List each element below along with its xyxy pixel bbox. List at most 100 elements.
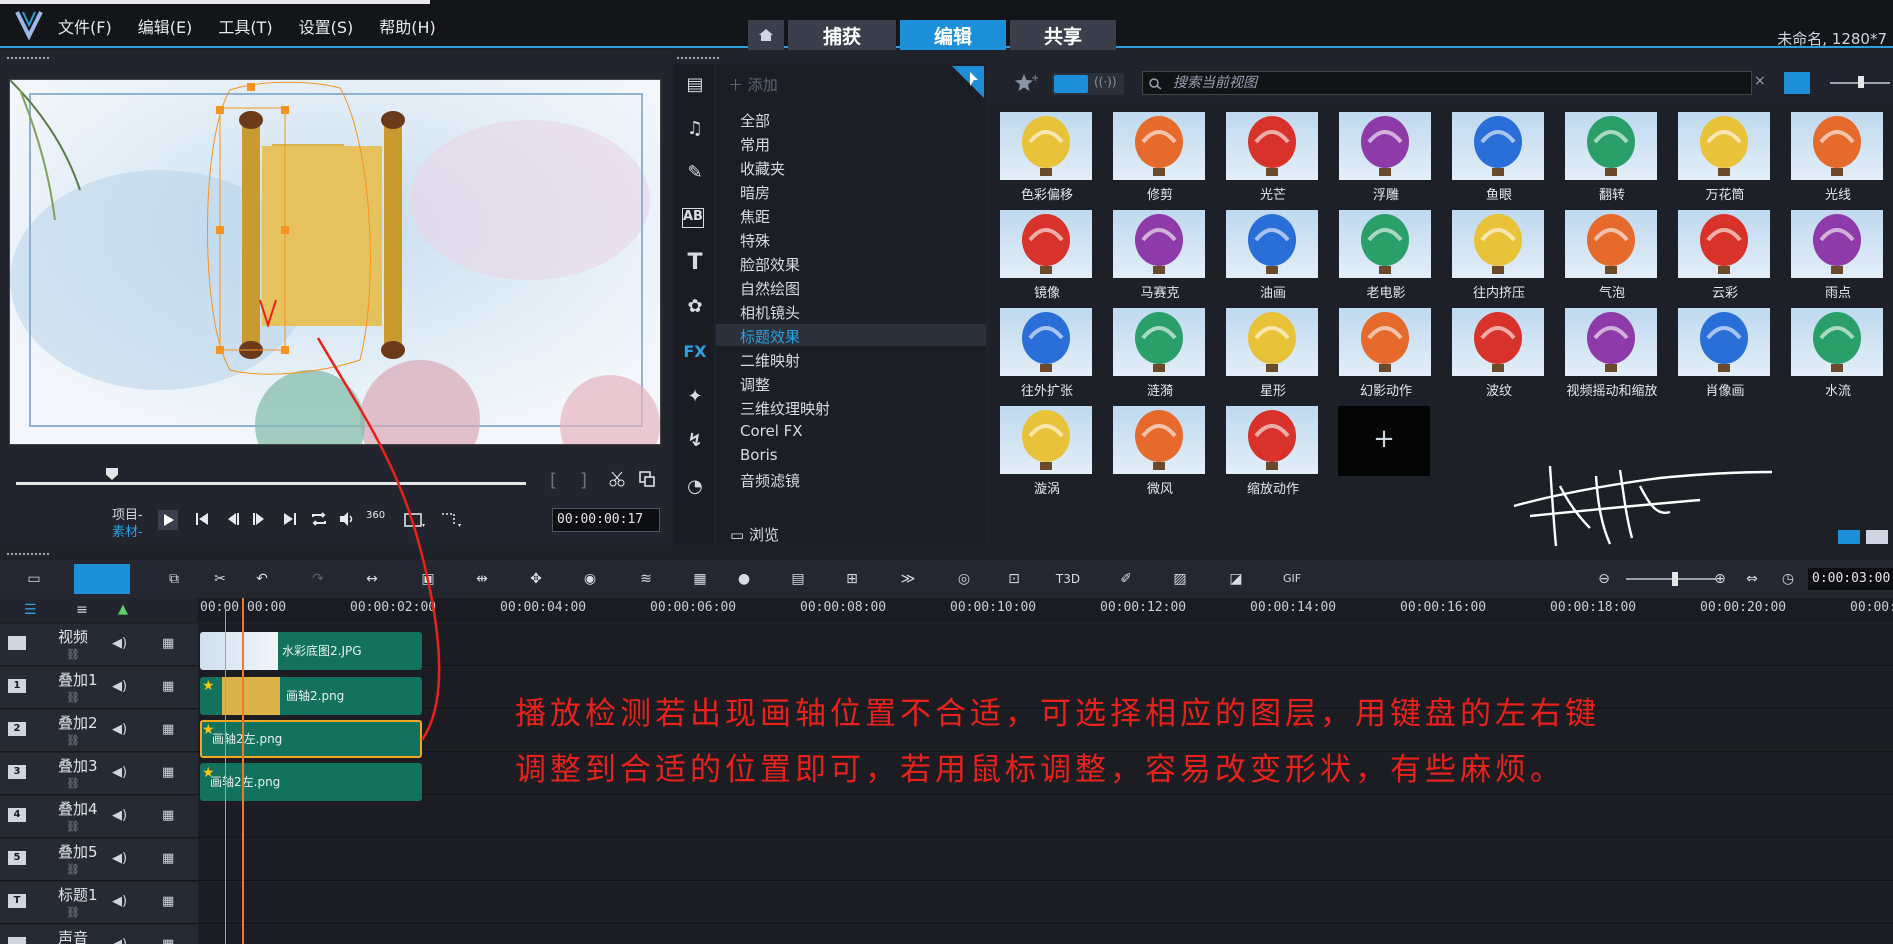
library-grip[interactable] <box>676 56 720 60</box>
effect-thumbnail[interactable]: 往外扩张 <box>992 302 1102 399</box>
track-header[interactable]: 2 叠加2 ⛓ ◀) ▦ <box>0 710 198 752</box>
zoom-slider-knob[interactable] <box>1672 572 1678 586</box>
timeline-grip[interactable] <box>6 552 50 556</box>
effect-thumbnail[interactable]: 马赛克 <box>1105 204 1215 301</box>
prev-frame-button[interactable] <box>224 511 240 531</box>
effect-thumbnail[interactable]: 色彩偏移 <box>992 106 1102 203</box>
mark-out-button[interactable]: ] <box>580 470 587 491</box>
category-item[interactable]: 脸部效果 <box>740 254 800 275</box>
audio-filter-toggle[interactable]: ((·)) <box>1094 75 1117 89</box>
effect-thumbnail[interactable]: 浮雕 <box>1331 106 1441 203</box>
fit-timeline-icon[interactable]: ⇔ <box>1738 566 1766 592</box>
track-header[interactable]: 声音⛓◀)▦ <box>0 925 198 944</box>
category-item[interactable]: Boris <box>740 446 778 464</box>
track-lane[interactable] <box>198 925 1893 944</box>
zoom-out-icon[interactable]: ⊖ <box>1590 566 1618 592</box>
track-header[interactable]: 4 叠加4 ⛓ ◀) ▦ <box>0 796 198 838</box>
video-filter-toggle[interactable] <box>1054 75 1088 93</box>
link-icon[interactable]: ⛓ <box>66 691 80 704</box>
track-mute-icon[interactable]: ◀) <box>112 765 127 780</box>
effect-thumbnail[interactable]: 涟漪 <box>1105 302 1215 399</box>
effect-thumbnail[interactable]: 漩涡 <box>992 400 1102 497</box>
track-mute-icon[interactable]: ◀) <box>112 937 127 944</box>
track-mute-icon[interactable]: ◀) <box>112 636 127 651</box>
track-lane[interactable] <box>198 839 1893 881</box>
split-clip-button[interactable] <box>608 470 626 492</box>
track-lane[interactable] <box>198 882 1893 924</box>
tools-icon[interactable]: ✂ <box>206 566 234 592</box>
add-effect-button[interactable]: + <box>1338 406 1430 476</box>
effect-thumbnail[interactable]: 老电影 <box>1331 204 1441 301</box>
category-item[interactable]: 音频滤镜 <box>740 470 800 491</box>
effect-thumbnail[interactable]: 万花筒 <box>1670 106 1780 203</box>
link-icon[interactable]: ⛓ <box>66 906 80 919</box>
audio-wave-icon[interactable]: ≋ <box>632 566 660 592</box>
effect-thumbnail[interactable]: 鱼眼 <box>1444 106 1554 203</box>
track-motion-icon[interactable]: ✥ <box>522 566 550 592</box>
speed-icon[interactable]: ◔ <box>682 476 708 502</box>
effect-thumbnail[interactable]: 波纹 <box>1444 302 1554 399</box>
enlarge-preview-button[interactable] <box>638 470 656 492</box>
track-visibility-icon[interactable]: ▦ <box>162 851 174 866</box>
list-view-button[interactable] <box>1838 530 1860 544</box>
go-to-start-button[interactable] <box>194 511 210 531</box>
undo-icon[interactable]: ↶ <box>248 566 276 592</box>
instant-project-icon[interactable]: ✎ <box>682 162 708 188</box>
view-toggle[interactable]: ((·)) <box>1052 73 1124 95</box>
copy-icon[interactable]: ⧉ <box>160 566 188 592</box>
overlay3-clip[interactable]: 画轴2左.png <box>200 763 422 801</box>
track-header[interactable]: T 标题1 ⛓ ◀) ▦ <box>0 882 198 924</box>
category-item[interactable]: 二维映射 <box>740 350 800 371</box>
speed-ramp-icon[interactable]: ≫ <box>894 566 922 592</box>
subtitle-icon[interactable]: ▤ <box>784 566 812 592</box>
menu-edit[interactable]: 编辑(E) <box>138 14 193 38</box>
play-button[interactable] <box>158 510 178 534</box>
pin-icon[interactable] <box>952 66 984 98</box>
link-icon[interactable]: ⛓ <box>66 777 80 790</box>
effect-thumbnail[interactable]: 水流 <box>1783 302 1893 399</box>
menu-settings[interactable]: 设置(S) <box>299 14 354 38</box>
motion-track-icon[interactable]: ⊡ <box>1000 566 1028 592</box>
search-input[interactable]: 搜索当前视图 <box>1142 71 1752 95</box>
next-frame-button[interactable] <box>252 511 268 531</box>
effect-thumbnail[interactable]: 肖像画 <box>1670 302 1780 399</box>
link-icon[interactable]: ⛓ <box>66 863 80 876</box>
morph-icon[interactable]: ◎ <box>950 566 978 592</box>
track-lane[interactable] <box>198 796 1893 838</box>
effect-thumbnail[interactable]: 云彩 <box>1670 204 1780 301</box>
multi-trim-icon[interactable]: ⇹ <box>468 566 496 592</box>
category-item[interactable]: Corel FX <box>740 422 803 440</box>
media-icon[interactable]: ▤ <box>682 74 708 100</box>
path-icon[interactable]: ↯ <box>682 430 708 456</box>
material-mode-label[interactable]: 素材- <box>112 521 143 540</box>
home-tab[interactable] <box>748 20 784 50</box>
effect-thumbnail[interactable]: 镜像 <box>992 204 1102 301</box>
category-item[interactable]: 三维纹理映射 <box>740 398 830 419</box>
category-item[interactable]: 暗房 <box>740 182 770 203</box>
category-item[interactable]: 相机镜头 <box>740 302 800 323</box>
effect-thumbnail[interactable]: 油画 <box>1218 204 1328 301</box>
track-visibility-icon[interactable]: ▦ <box>162 937 174 944</box>
effect-thumbnail[interactable]: 修剪 <box>1105 106 1215 203</box>
menu-file[interactable]: 文件(F) <box>58 14 112 38</box>
track-manager-icon[interactable]: ☰ <box>24 602 37 618</box>
effect-thumbnail[interactable]: 雨点 <box>1783 204 1893 301</box>
track-visibility-icon[interactable]: ▦ <box>162 636 174 651</box>
thumbnail-size-knob[interactable] <box>1858 76 1864 88</box>
track-header[interactable]: 1 叠加1 ⛓ ◀) ▦ <box>0 667 198 709</box>
track-visibility-icon[interactable]: ▦ <box>162 722 174 737</box>
timeline-ruler[interactable] <box>198 598 1893 622</box>
title-icon[interactable]: T <box>682 250 708 276</box>
category-item[interactable]: 收藏夹 <box>740 158 785 179</box>
color-grading-icon[interactable]: ◪ <box>1222 566 1250 592</box>
effect-thumbnail[interactable]: 缩放动作 <box>1218 400 1328 497</box>
track-header[interactable]: 5 叠加5 ⛓ ◀) ▦ <box>0 839 198 881</box>
track-visibility-icon[interactable]: ▦ <box>162 765 174 780</box>
track-header[interactable]: 视频 ⛓ ◀) ▦ <box>0 624 198 666</box>
track-mute-icon[interactable]: ◀) <box>112 722 127 737</box>
mark-in-button[interactable]: [ <box>550 470 557 491</box>
motion-icon[interactable]: ✦ <box>682 386 708 412</box>
tab-share[interactable]: 共享 <box>1010 20 1116 50</box>
track-mute-icon[interactable]: ◀) <box>112 808 127 823</box>
track-visibility-icon[interactable]: ▦ <box>162 808 174 823</box>
